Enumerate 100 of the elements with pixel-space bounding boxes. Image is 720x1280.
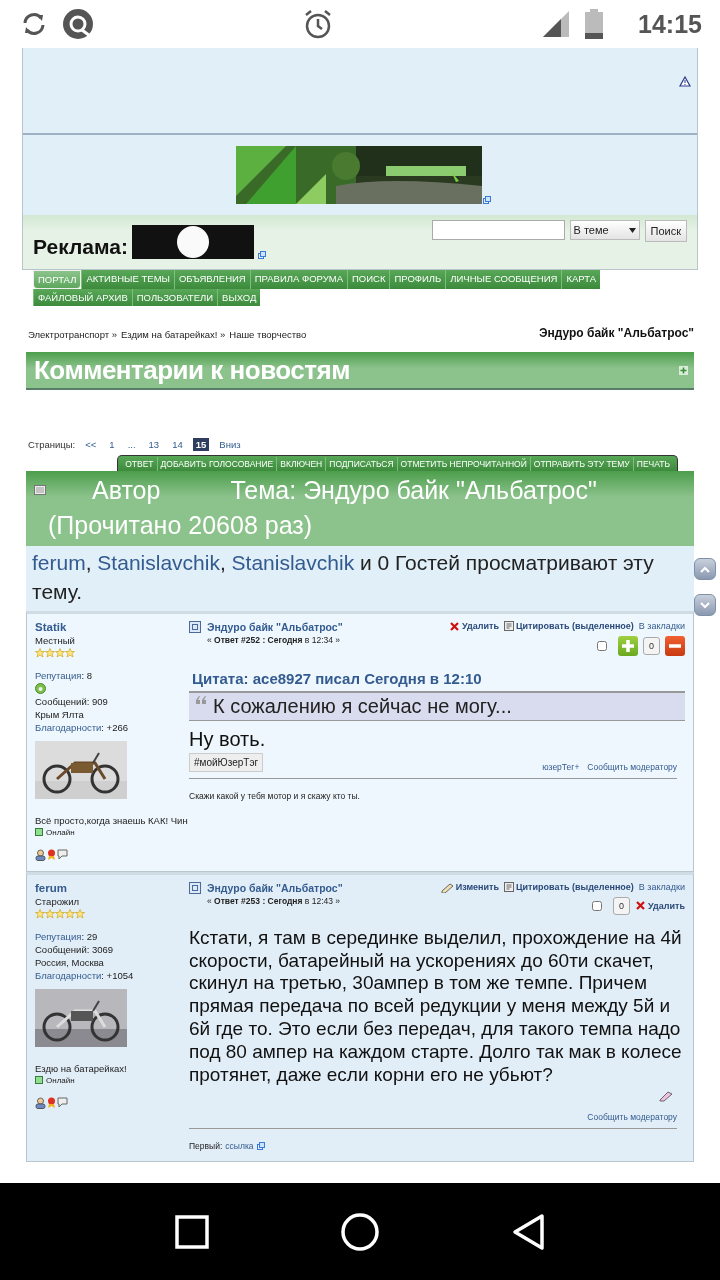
message-icon[interactable]: [57, 848, 68, 860]
topic-header-text: Автор Тема: Эндуро байк "Альбатрос" (Прочитано 20608 раз): [48, 475, 598, 541]
board-title: Комментарии к новостям: [34, 354, 350, 386]
star-icon: [65, 908, 75, 919]
post-subject-link[interactable]: Эндуро байк "Альбатрос": [207, 620, 343, 633]
member-signature: Ездю на батарейках!: [35, 1062, 128, 1074]
footer-link[interactable]: юзерТег+: [542, 761, 580, 772]
page-link[interactable]: 14: [169, 438, 186, 451]
delete-link[interactable]: Удалить: [635, 900, 685, 912]
topic-action-tab[interactable]: ОТВЕТ: [122, 457, 157, 471]
back-icon[interactable]: [510, 1212, 545, 1251]
post-body: Ну воть.: [189, 726, 267, 751]
delete-link[interactable]: Удалить: [449, 620, 499, 632]
search-scope-select[interactable]: В теме: [569, 220, 640, 240]
user-tag-button[interactable]: #мойЮзерТэг: [189, 752, 264, 772]
menu-tab[interactable]: ПОЛЬЗОВАТЕЛИ: [131, 289, 218, 306]
recents-icon[interactable]: [175, 1214, 210, 1249]
menu-tab[interactable]: ЛИЧНЫЕ СООБЩЕНИЯ: [445, 270, 562, 289]
star-icon: [75, 908, 85, 919]
breadcrumb-link[interactable]: Электротранспорт »: [28, 329, 117, 340]
menu-tab[interactable]: АКТИВНЫЕ ТЕМЫ: [81, 270, 174, 289]
post-count: Сообщений: 3069: [35, 943, 115, 955]
footer-link[interactable]: Сообщить модератору: [587, 1112, 677, 1123]
expand-icon[interactable]: [679, 365, 688, 375]
vote-count: 0: [613, 896, 631, 915]
member-location: Крым Ялта: [35, 708, 85, 720]
reputation-text: Репутация: 29: [35, 930, 99, 942]
delete-icon: [449, 620, 461, 632]
pencil-icon[interactable]: [659, 1090, 673, 1103]
post-meta: « Ответ #252 : Сегодня в 12:34 »: [207, 634, 342, 645]
award-icon[interactable]: [47, 1096, 56, 1109]
star-icon: [65, 647, 75, 658]
star-icon: [45, 908, 55, 919]
menu-tab[interactable]: ВЫХОД: [217, 289, 261, 306]
pages-label: Страницы:: [28, 439, 76, 450]
award-icon[interactable]: [47, 848, 56, 861]
home-icon[interactable]: [340, 1211, 380, 1252]
quote-link[interactable]: Цитировать (выделенное): [504, 621, 634, 632]
page-link[interactable]: 13: [145, 438, 163, 451]
select-checkbox[interactable]: [592, 900, 603, 911]
member-location: Россия, Москва: [35, 956, 105, 968]
chevron-up-icon: [700, 565, 710, 573]
page-link[interactable]: ...: [124, 438, 139, 451]
ad-label: Реклама:: [33, 235, 128, 259]
reputation-link[interactable]: Репутация: [35, 930, 82, 942]
breadcrumb-link[interactable]: Наше творчество: [229, 329, 307, 340]
online-status: Онлайн: [35, 827, 183, 837]
viewer-link[interactable]: ferum: [32, 551, 86, 574]
menu-tab[interactable]: КАРТА: [561, 270, 600, 289]
dropdown-icon: [628, 227, 636, 233]
bookmark-link[interactable]: В закладки: [638, 621, 685, 632]
post-subject-link[interactable]: Эндуро байк "Альбатрос": [207, 881, 343, 894]
menu-tab[interactable]: ПОИСК: [346, 270, 390, 289]
minus-button[interactable]: [665, 635, 685, 656]
topic-icon: [34, 485, 46, 495]
author-link[interactable]: Statik: [35, 620, 183, 633]
external-link-icon[interactable]: [257, 251, 266, 259]
plus-button[interactable]: [618, 635, 638, 656]
warning-icon[interactable]: [679, 76, 691, 87]
search-field[interactable]: [431, 220, 565, 240]
quote-icon: [504, 621, 514, 632]
vote-count: 0: [643, 636, 660, 655]
menu-tab[interactable]: ПРОФИЛЬ: [389, 270, 446, 289]
reputation-link[interactable]: Репутация: [35, 669, 82, 681]
post-body: Кстати, я там в серединке выделил, прохождение на 4й скорости, батарейный на ускорениях до 60ти скачет, скинул на третью, 30ампер в том же темпе. Причем прямая передача по всей редукции у меня между 5й и 6й где то. Это если без передач, для такого темпа надо под 80 ампер на каждом старте. Долго так мак в колесе протянет, даже если корни его не убьют?: [189, 926, 683, 1087]
scroll-down-button[interactable]: [694, 594, 716, 616]
bookmark-link[interactable]: В закладки: [638, 882, 685, 893]
profile-icon[interactable]: [35, 1096, 46, 1109]
search-button[interactable]: Поиск: [644, 220, 687, 242]
menu-tab[interactable]: ФАЙЛОВЫЙ АРХИВ: [33, 289, 132, 306]
star-icon: [35, 647, 45, 658]
quote-mark-icon: [195, 694, 207, 705]
quote-icon: [504, 882, 514, 893]
quote-link[interactable]: Цитировать (выделенное): [504, 882, 634, 893]
bottom-link[interactable]: Вниз: [216, 438, 244, 451]
plus-icon: [621, 638, 635, 653]
profile-icon[interactable]: [35, 848, 46, 861]
message-icon[interactable]: [57, 1096, 68, 1108]
page-link[interactable]: <<: [82, 438, 100, 451]
footer-link[interactable]: Сообщить модератору: [587, 761, 677, 772]
author-link[interactable]: ferum: [35, 881, 183, 894]
signal-icon: [542, 10, 571, 38]
page-link[interactable]: 1: [106, 438, 118, 451]
post-count: Сообщений: 909: [35, 695, 109, 707]
quote-header: Цитата: ace8927 писал Сегодня в 12:10: [192, 669, 483, 687]
delete-icon: [635, 900, 647, 912]
external-link-icon[interactable]: [482, 196, 491, 204]
page-link[interactable]: 15: [192, 438, 210, 451]
menu-tab[interactable]: ОБЪЯВЛЕНИЯ: [173, 270, 250, 289]
external-link-icon[interactable]: [256, 1142, 265, 1151]
edit-link[interactable]: Изменить: [440, 881, 499, 893]
menu-tab[interactable]: ПРАВИЛА ФОРУМА: [249, 270, 347, 289]
viewer-link[interactable]: Stanislavchik: [97, 551, 220, 574]
select-checkbox[interactable]: [597, 640, 607, 651]
star-icon: [45, 647, 55, 658]
viewer-link[interactable]: Stanislavchik: [231, 551, 355, 574]
scroll-up-button[interactable]: [694, 558, 716, 580]
breadcrumb-link[interactable]: Ездим на батарейках! »: [121, 329, 226, 340]
topic-title: Эндуро байк "Альбатрос": [538, 326, 694, 340]
link[interactable]: ссылка: [225, 1141, 254, 1152]
